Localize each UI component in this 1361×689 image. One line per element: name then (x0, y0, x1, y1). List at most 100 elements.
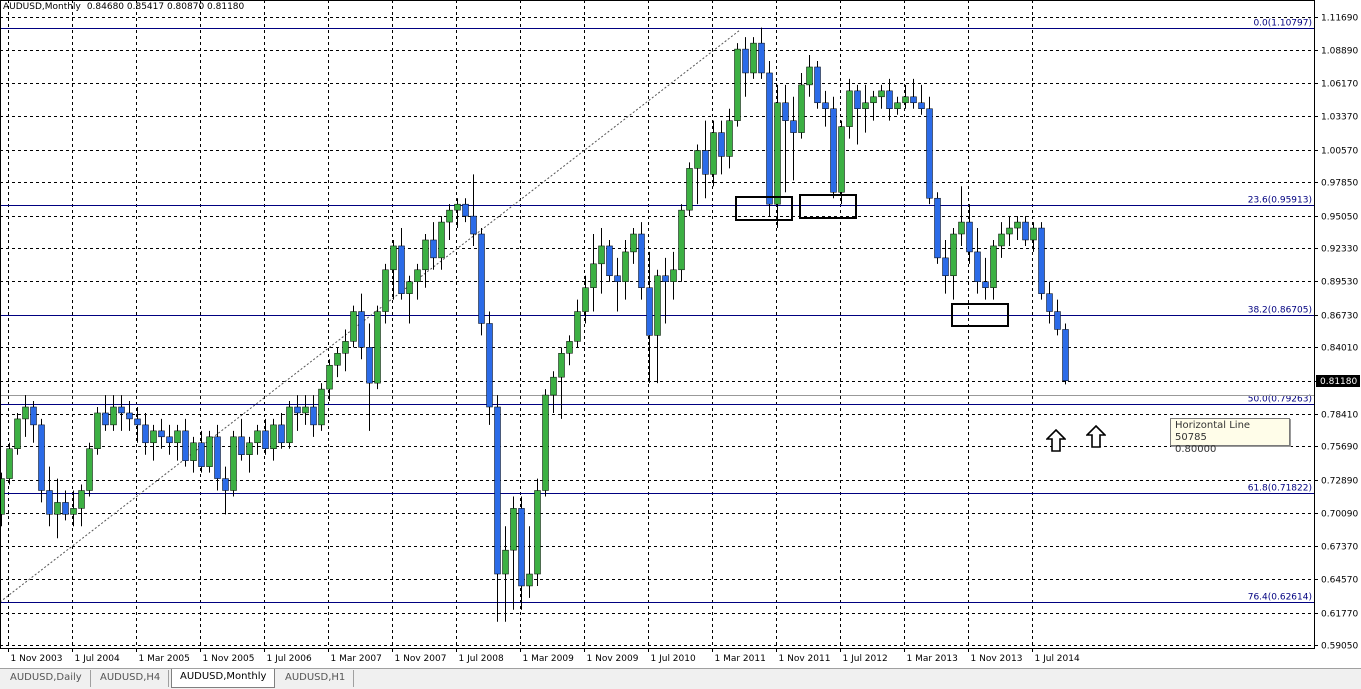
candle[interactable] (822, 90, 829, 127)
chart-area[interactable]: 0.0(1.10797) 23.6(0.95913) 38.2(0.86705) 50… (0, 0, 1361, 668)
candle[interactable] (494, 395, 501, 622)
candle[interactable] (222, 466, 229, 515)
tab-audusd-monthly[interactable]: AUDUSD,Monthly (171, 669, 276, 688)
candle[interactable] (654, 269, 661, 384)
candle[interactable] (838, 120, 845, 205)
candle[interactable] (638, 222, 645, 300)
candle[interactable] (134, 406, 141, 443)
candle[interactable] (574, 299, 581, 348)
candle[interactable] (750, 37, 757, 79)
candle[interactable] (950, 228, 957, 300)
candle[interactable] (694, 144, 701, 205)
candle[interactable] (590, 234, 597, 312)
candle[interactable] (902, 84, 909, 109)
candle[interactable] (230, 430, 237, 497)
candle[interactable] (326, 359, 333, 402)
candle[interactable] (14, 412, 21, 455)
candle[interactable] (94, 406, 101, 455)
candle[interactable] (766, 61, 773, 217)
candle[interactable] (1062, 323, 1069, 385)
candle[interactable] (238, 418, 245, 461)
candle[interactable] (342, 329, 349, 372)
candle[interactable] (414, 263, 421, 300)
candle[interactable] (982, 257, 989, 300)
candle[interactable] (462, 198, 469, 223)
candle[interactable] (758, 27, 765, 79)
candle[interactable] (798, 72, 805, 139)
candle[interactable] (662, 257, 669, 324)
candle[interactable] (358, 293, 365, 360)
candle[interactable] (486, 311, 493, 425)
candle[interactable] (398, 228, 405, 300)
candle[interactable] (1014, 216, 1021, 240)
candle[interactable] (54, 478, 61, 539)
candle[interactable] (46, 466, 53, 527)
up-arrow-icon[interactable] (1045, 428, 1067, 453)
candle[interactable] (718, 120, 725, 175)
candle[interactable] (214, 424, 221, 491)
candle[interactable] (598, 228, 605, 294)
candle[interactable] (150, 424, 157, 461)
candle[interactable] (814, 61, 821, 109)
candle[interactable] (270, 418, 277, 461)
candle[interactable] (710, 120, 717, 187)
candle[interactable] (774, 84, 781, 229)
candle[interactable] (790, 96, 797, 181)
price-chart[interactable]: 0.0(1.10797)23.6(0.95913)38.2(0.86705)50… (0, 0, 1361, 668)
tab-audusd-h4[interactable]: AUDUSD,H4 (92, 670, 170, 687)
candle[interactable] (1030, 222, 1037, 252)
candle[interactable] (1022, 216, 1029, 246)
candle[interactable] (998, 222, 1005, 258)
candle[interactable] (958, 186, 965, 246)
candle[interactable] (294, 395, 301, 431)
candle[interactable] (542, 389, 549, 497)
candle[interactable] (174, 424, 181, 461)
candle[interactable] (78, 484, 85, 527)
candle[interactable] (390, 239, 397, 300)
candle[interactable] (126, 401, 133, 431)
candle[interactable] (190, 436, 197, 473)
candle[interactable] (534, 478, 541, 586)
candle[interactable] (454, 198, 461, 229)
candle[interactable] (830, 96, 837, 199)
candle[interactable] (102, 395, 109, 431)
candle[interactable] (894, 96, 901, 115)
candle[interactable] (630, 228, 637, 264)
candle[interactable] (910, 78, 917, 109)
candle[interactable] (686, 162, 693, 217)
candle[interactable] (374, 305, 381, 390)
candle[interactable] (1054, 299, 1061, 336)
candle[interactable] (422, 234, 429, 288)
candle[interactable] (1038, 222, 1045, 300)
candle[interactable] (86, 442, 93, 497)
candle[interactable] (118, 395, 125, 431)
candle[interactable] (526, 526, 533, 598)
candle[interactable] (646, 251, 653, 384)
candle[interactable] (262, 418, 269, 455)
candle[interactable] (382, 263, 389, 324)
tab-audusd-h1[interactable]: AUDUSD,H1 (277, 670, 355, 687)
candle[interactable] (606, 239, 613, 282)
candle[interactable] (438, 216, 445, 270)
candle[interactable] (70, 490, 77, 527)
candle[interactable] (558, 347, 565, 419)
candle[interactable] (198, 430, 205, 473)
candle[interactable] (406, 275, 413, 324)
candle[interactable] (502, 526, 509, 622)
candle[interactable] (566, 335, 573, 366)
candle[interactable] (550, 371, 557, 413)
candle[interactable] (886, 78, 893, 121)
tab-audusd-daily[interactable]: AUDUSD,Daily (2, 670, 91, 687)
candle[interactable] (990, 239, 997, 300)
candle[interactable] (254, 424, 261, 455)
candle[interactable] (318, 383, 325, 431)
candle[interactable] (302, 395, 309, 425)
annotation-box[interactable] (799, 194, 857, 219)
candle[interactable] (926, 96, 933, 205)
candle[interactable] (286, 401, 293, 449)
candle[interactable] (510, 496, 517, 610)
candle[interactable] (22, 395, 29, 437)
candle[interactable] (30, 401, 37, 443)
candle[interactable] (350, 305, 357, 348)
candle[interactable] (1006, 216, 1013, 246)
